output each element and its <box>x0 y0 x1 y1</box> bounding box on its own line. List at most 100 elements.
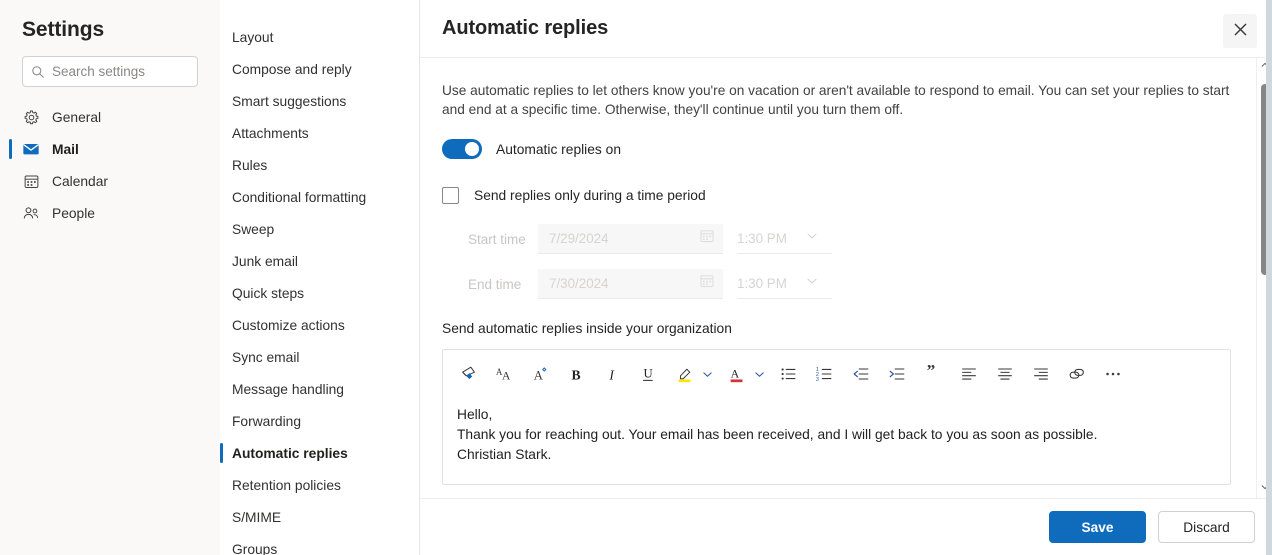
svg-text:U: U <box>644 367 653 381</box>
subnav-item-label: Compose and reply <box>232 61 352 77</box>
highlight-icon[interactable] <box>672 361 698 387</box>
subnav-item-sync-email[interactable]: Sync email <box>220 341 419 373</box>
automatic-replies-toggle[interactable] <box>442 139 482 159</box>
subnav-item-attachments[interactable]: Attachments <box>220 117 419 149</box>
subnav-item-customize-actions[interactable]: Customize actions <box>220 309 419 341</box>
subnav-item-groups[interactable]: Groups <box>220 533 419 555</box>
reply-line: Thank you for reaching out. Your email h… <box>457 427 1098 442</box>
svg-text:A: A <box>502 368 511 382</box>
more-options-icon[interactable] <box>1100 361 1126 387</box>
font-size-icon[interactable]: AA <box>492 361 518 387</box>
settings-sidebar: Settings General Mail <box>0 0 220 555</box>
bulleted-list-icon[interactable] <box>776 361 802 387</box>
clear-formatting-icon[interactable]: A <box>528 361 554 387</box>
sidebar-item-calendar[interactable]: Calendar <box>0 165 220 197</box>
sidebar-item-label: Mail <box>52 141 79 157</box>
chevron-down-icon <box>805 229 819 248</box>
start-time-row: Start time 7/29/2024 1:30 PM <box>442 224 1272 254</box>
svg-text:”: ” <box>927 364 936 380</box>
end-date-input[interactable]: 7/30/2024 <box>538 269 723 299</box>
sidebar-item-people[interactable]: People <box>0 197 220 229</box>
search-input[interactable] <box>52 64 189 79</box>
time-period-fields: Start time 7/29/2024 1:30 PM End time 7/… <box>442 224 1272 299</box>
save-button[interactable]: Save <box>1049 511 1146 543</box>
subnav-item-label: Smart suggestions <box>232 93 347 109</box>
subnav-item-label: Sync email <box>232 349 300 365</box>
subnav-item-automatic-replies[interactable]: Automatic replies <box>220 437 419 469</box>
align-center-icon[interactable] <box>992 361 1018 387</box>
subnav-item-label: Customize actions <box>232 317 345 333</box>
start-time-input[interactable]: 1:30 PM <box>737 224 832 254</box>
sidebar-item-label: People <box>52 205 95 221</box>
end-time-input[interactable]: 1:30 PM <box>737 269 832 299</box>
subnav-item-rules[interactable]: Rules <box>220 149 419 181</box>
calendar-icon <box>699 228 715 249</box>
gear-icon <box>22 108 40 126</box>
mail-settings-subnav: Layout Compose and reply Smart suggestio… <box>220 0 420 555</box>
align-left-icon[interactable] <box>956 361 982 387</box>
subnav-item-sweep[interactable]: Sweep <box>220 213 419 245</box>
subnav-item-conditional-formatting[interactable]: Conditional formatting <box>220 181 419 213</box>
reply-message-body[interactable]: Hello, Thank you for reaching out. Your … <box>443 398 1230 465</box>
increase-indent-icon[interactable] <box>884 361 910 387</box>
subnav-item-label: Conditional formatting <box>232 189 367 205</box>
link-icon[interactable] <box>1064 361 1090 387</box>
end-time-value: 1:30 PM <box>737 276 787 291</box>
font-color-chevron-down-icon[interactable] <box>752 362 767 386</box>
numbered-list-icon[interactable]: 123 <box>812 361 838 387</box>
subnav-item-label: Rules <box>232 157 268 173</box>
subnav-item-label: Message handling <box>232 381 344 397</box>
subnav-item-retention-policies[interactable]: Retention policies <box>220 469 419 501</box>
toggle-knob <box>465 142 479 156</box>
subnav-item-forwarding[interactable]: Forwarding <box>220 405 419 437</box>
decrease-indent-icon[interactable] <box>848 361 874 387</box>
calendar-icon <box>699 273 715 294</box>
underline-icon[interactable]: U <box>636 361 662 387</box>
subnav-item-message-handling[interactable]: Message handling <box>220 373 419 405</box>
reply-line: Christian Stark. <box>457 447 552 462</box>
subnav-item-label: Forwarding <box>232 413 302 429</box>
reply-message-editor: AA A B I U A 1 2 3 ” Hello, Thank you fo… <box>442 349 1231 485</box>
chevron-down-icon <box>805 274 819 293</box>
window-edge <box>1266 0 1272 555</box>
start-date-value: 7/29/2024 <box>549 231 609 246</box>
main-header: Automatic replies <box>420 0 1272 58</box>
subnav-item-smime[interactable]: S/MIME <box>220 501 419 533</box>
end-time-label: End time <box>468 276 522 292</box>
subnav-item-layout[interactable]: Layout <box>220 21 419 53</box>
subnav-item-compose-and-reply[interactable]: Compose and reply <box>220 53 419 85</box>
quote-icon[interactable]: ” <box>920 361 946 387</box>
subnav-item-label: Attachments <box>232 125 309 141</box>
discard-button[interactable]: Discard <box>1158 511 1255 543</box>
search-icon <box>31 65 45 79</box>
font-color-icon[interactable]: A <box>724 361 750 387</box>
close-button[interactable] <box>1223 14 1257 48</box>
people-icon <box>22 204 40 222</box>
subnav-item-quick-steps[interactable]: Quick steps <box>220 277 419 309</box>
format-painter-icon[interactable] <box>456 361 482 387</box>
close-icon <box>1231 20 1250 42</box>
sidebar-item-mail[interactable]: Mail <box>0 133 220 165</box>
sidebar-item-label: Calendar <box>52 173 108 189</box>
editor-toolbar: AA A B I U A 1 2 3 ” <box>443 350 1230 398</box>
automatic-replies-toggle-label: Automatic replies on <box>496 141 622 157</box>
italic-icon[interactable]: I <box>600 361 626 387</box>
subnav-item-label: Automatic replies <box>232 445 348 461</box>
subnav-item-smart-suggestions[interactable]: Smart suggestions <box>220 85 419 117</box>
subnav-item-label: Junk email <box>232 253 298 269</box>
subnav-item-junk-email[interactable]: Junk email <box>220 245 419 277</box>
dialog-footer: Save Discard <box>420 498 1272 555</box>
start-date-input[interactable]: 7/29/2024 <box>538 224 723 254</box>
sidebar-item-general[interactable]: General <box>0 101 220 133</box>
end-time-row: End time 7/30/2024 1:30 PM <box>442 269 1272 299</box>
search-settings-box[interactable] <box>22 56 198 87</box>
subnav-item-label: Sweep <box>232 221 275 237</box>
subnav-item-label: Quick steps <box>232 285 305 301</box>
align-right-icon[interactable] <box>1028 361 1054 387</box>
highlight-chevron-down-icon[interactable] <box>700 362 715 386</box>
bold-icon[interactable]: B <box>564 361 590 387</box>
svg-text:I: I <box>608 367 615 382</box>
time-period-checkbox-row: Send replies only during a time period <box>442 187 1272 204</box>
mail-icon <box>22 140 40 158</box>
time-period-checkbox[interactable] <box>442 187 459 204</box>
